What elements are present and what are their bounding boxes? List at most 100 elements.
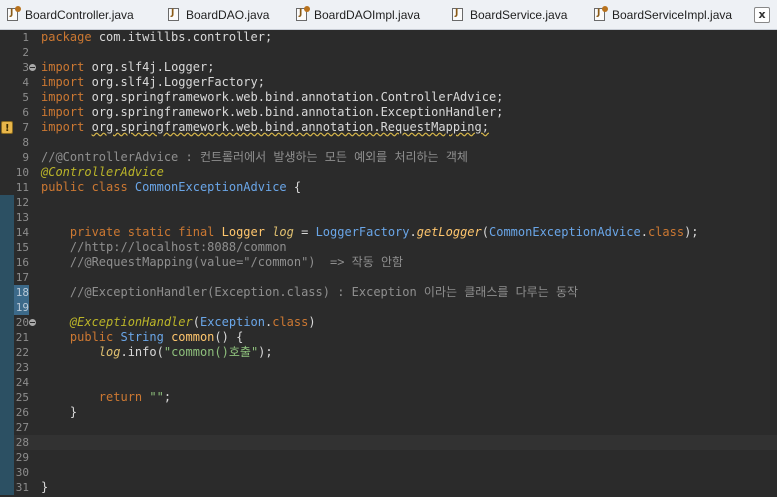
collapse-fold-icon[interactable] (29, 64, 36, 71)
code-line[interactable]: 4 import org.slf4j.LoggerFactory; (0, 75, 777, 90)
code-line[interactable]: 11 public class CommonExceptionAdvice { (0, 180, 777, 195)
java-interface-icon (452, 8, 463, 21)
code-line[interactable]: 5 import org.springframework.web.bind.ann… (0, 90, 777, 105)
code-text: } (41, 405, 77, 420)
code-line[interactable]: 14 private static final Logger log = Log… (0, 225, 777, 240)
tab-board-service-impl[interactable]: BoardServiceImpl.java (594, 0, 732, 29)
code-text: import org.slf4j.LoggerFactory; (41, 75, 265, 90)
close-tab-button[interactable]: x (752, 0, 772, 29)
annotation-ruler (0, 225, 14, 240)
code-line[interactable]: 24 (0, 375, 777, 390)
code-line[interactable]: 25 return ""; (0, 390, 777, 405)
code-line[interactable]: 29 (0, 450, 777, 465)
line-number: 17 (15, 271, 29, 284)
java-interface-icon (168, 8, 179, 21)
line-number: 22 (15, 346, 29, 359)
line-number: 9 (22, 151, 29, 164)
code-token: org.springframework.web.bind.annotation.… (91, 120, 489, 134)
code-line[interactable]: 20 @ExceptionHandler(Exception.class) (0, 315, 777, 330)
code-token: log (272, 225, 294, 239)
collapse-fold-icon[interactable] (29, 319, 36, 326)
code-token: private static final (69, 225, 222, 239)
code-token: ( (192, 315, 200, 329)
code-text: //@ControllerAdvice : 컨트롤러에서 발생하는 모든 예외를… (41, 150, 468, 165)
code-line[interactable]: 8 (0, 135, 777, 150)
code-token: import (41, 120, 85, 134)
code-text: @ControllerAdvice (41, 165, 164, 180)
annotation-ruler (0, 135, 14, 150)
tab-board-service[interactable]: BoardService.java (452, 0, 567, 29)
code-token: //http://localhost:8088/common (41, 240, 287, 254)
annotation-ruler (0, 315, 14, 330)
code-token: return (98, 390, 150, 404)
code-line[interactable]: 2 (0, 45, 777, 60)
annotation-ruler (0, 435, 14, 450)
code-line[interactable]: 31} (0, 480, 777, 495)
annotation-ruler (0, 60, 14, 75)
code-token: Exception (199, 315, 265, 329)
annotation-ruler (0, 405, 14, 420)
code-text: //@RequestMapping(value="/common") => 작동… (41, 255, 403, 270)
code-editor[interactable]: 1 package com.itwillbs.controller; 2 3 impor… (0, 30, 777, 497)
line-number: 12 (15, 196, 29, 209)
annotation-ruler (0, 210, 14, 225)
code-token: "" (149, 390, 164, 404)
code-line[interactable]: 3 import org.slf4j.Logger; (0, 60, 777, 75)
code-token: org.springframework.web.bind.annotation.… (91, 105, 504, 119)
code-line[interactable]: 15 //http://localhost:8088/common (0, 240, 777, 255)
code-line[interactable]: 6 import org.springframework.web.bind.ann… (0, 105, 777, 120)
code-token: CommonExceptionAdvice (489, 225, 641, 239)
close-icon: x (754, 6, 770, 23)
code-line[interactable]: 9 //@ControllerAdvice : 컨트롤러에서 발생하는 모든 예외… (0, 150, 777, 165)
code-line[interactable]: 1 package com.itwillbs.controller; (0, 30, 777, 45)
code-line[interactable]: 22 log.info("common()호출"); (0, 345, 777, 360)
tab-board-dao-impl[interactable]: BoardDAOImpl.java (296, 0, 420, 29)
code-text: import org.springframework.web.bind.anno… (41, 105, 503, 120)
code-line[interactable]: 30 (0, 465, 777, 480)
tab-board-controller[interactable]: BoardController.java (7, 0, 134, 29)
annotation-ruler (0, 330, 14, 345)
code-token: import (41, 60, 85, 74)
line-number: 1 (22, 31, 29, 44)
code-text: import org.springframework.web.bind.anno… (41, 120, 489, 135)
code-line[interactable]: 19 (0, 300, 777, 315)
line-number: 16 (15, 256, 29, 269)
tab-board-dao[interactable]: BoardDAO.java (168, 0, 269, 29)
code-line[interactable]: 16 //@RequestMapping(value="/common") =>… (0, 255, 777, 270)
java-file-icon (296, 6, 310, 21)
code-line[interactable]: 21 public String common() { (0, 330, 777, 345)
code-line[interactable]: 7 import org.springframework.web.bind.ann… (0, 120, 777, 136)
code-token: String (120, 330, 172, 344)
code-line[interactable]: 17 (0, 270, 777, 285)
code-line[interactable]: 26 } (0, 405, 777, 420)
code-line[interactable]: 10 @ControllerAdvice (0, 165, 777, 180)
annotation-ruler (0, 105, 14, 120)
code-line[interactable]: 28 (0, 435, 777, 450)
code-line[interactable]: 23 (0, 360, 777, 375)
code-line[interactable]: 18 //@ExceptionHandler(Exception.class) … (0, 285, 777, 300)
code-token: .info( (120, 345, 164, 359)
annotation-ruler (0, 165, 14, 180)
annotation-ruler (0, 75, 14, 90)
line-number: 7 (22, 121, 29, 134)
warning-icon[interactable] (1, 121, 13, 136)
code-text: public class CommonExceptionAdvice { (41, 180, 301, 195)
code-text: } (41, 480, 48, 495)
code-token: log (98, 345, 121, 359)
code-token: getLogger (416, 225, 482, 239)
annotation-ruler (0, 30, 14, 45)
code-token: LoggerFactory (315, 225, 410, 239)
code-text: @ExceptionHandler(Exception.class) (41, 315, 316, 330)
annotation-ruler (0, 240, 14, 255)
code-line[interactable]: 13 (0, 210, 777, 225)
code-line[interactable]: 12 (0, 195, 777, 210)
annotation-ruler (0, 120, 14, 136)
line-number: 25 (15, 391, 29, 404)
line-number: 26 (15, 406, 29, 419)
code-line[interactable]: 27 (0, 420, 777, 435)
line-number: 31 (15, 481, 29, 494)
annotation-ruler (0, 180, 14, 195)
line-number: 18 (14, 285, 29, 300)
code-token: class (647, 225, 685, 239)
